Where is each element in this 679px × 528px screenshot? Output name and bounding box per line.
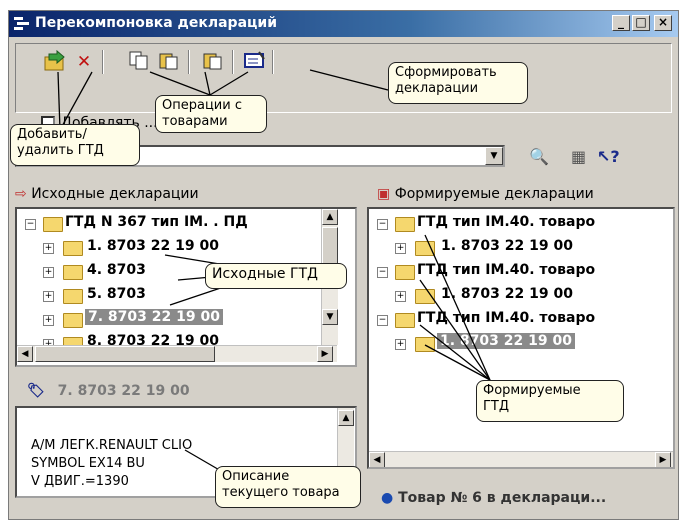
callout-description: Описание текущего товара bbox=[215, 466, 361, 508]
callout-form-declarations: Сформировать декларации bbox=[388, 62, 528, 104]
callout-formed: Формируемые ГТД bbox=[476, 380, 624, 422]
callout-add-remove: Добавить/ удалить ГТД bbox=[10, 124, 140, 166]
callout-source: Исходные ГТД bbox=[205, 263, 347, 289]
callout-item-operations: Операции с товарами bbox=[155, 95, 267, 133]
